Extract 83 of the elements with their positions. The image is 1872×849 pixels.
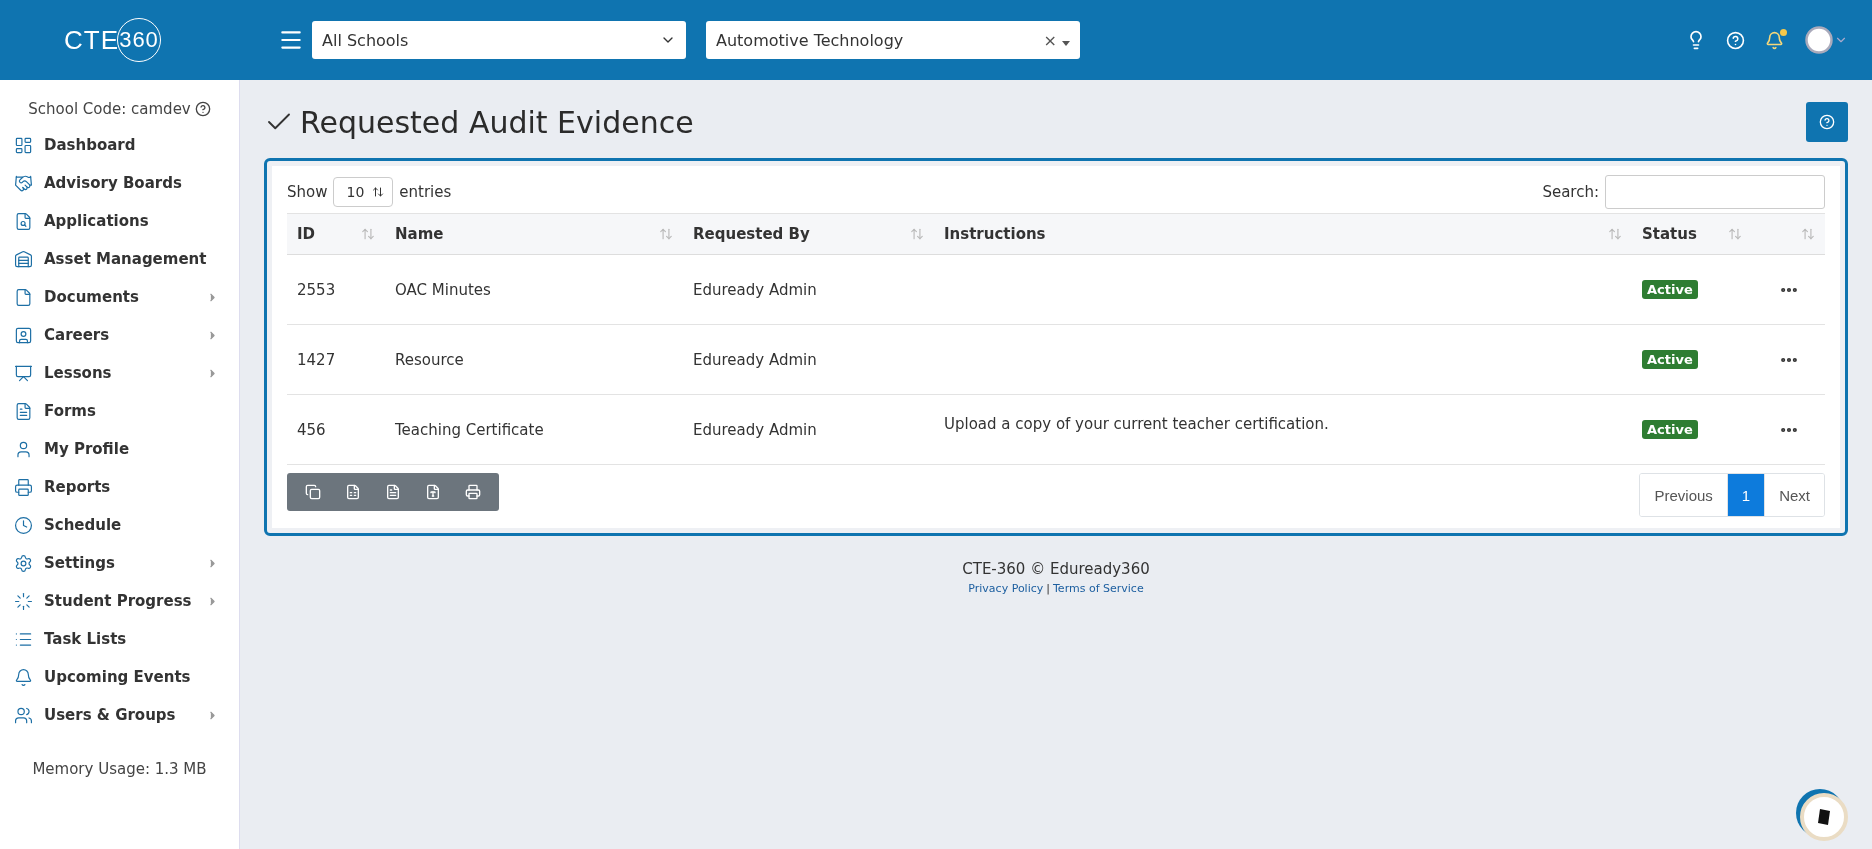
- sidebar-item[interactable]: Upcoming Events: [0, 658, 239, 696]
- sidebar-item[interactable]: Applications: [0, 202, 239, 240]
- help-icon: [1819, 114, 1835, 130]
- column-header[interactable]: ID: [287, 213, 385, 255]
- table-cell: Eduready Admin: [683, 325, 934, 395]
- sidebar-item[interactable]: Settings: [0, 544, 239, 582]
- person-icon: [14, 325, 33, 345]
- avatar-icon[interactable]: [1804, 25, 1848, 55]
- sidebar-item[interactable]: Careers: [0, 316, 239, 354]
- spreadsheet-file-icon: [345, 484, 361, 500]
- next-button[interactable]: Next: [1764, 474, 1824, 516]
- sort-icon: [372, 186, 385, 198]
- help-icon[interactable]: [1726, 30, 1745, 50]
- memory-usage: Memory Usage: 1.3 MB: [31, 760, 208, 778]
- school-select[interactable]: All Schools: [312, 21, 686, 59]
- table-cell: 456: [287, 395, 385, 465]
- clock-icon: [14, 515, 33, 535]
- caret-icon: [1062, 40, 1070, 46]
- sidebar-item[interactable]: Lessons: [0, 354, 239, 392]
- printer-icon: [14, 477, 33, 497]
- sidebar-item[interactable]: Documents: [0, 278, 239, 316]
- sort-icon: [1728, 227, 1742, 241]
- sidebar-item[interactable]: Users & Groups: [0, 696, 239, 734]
- file-search-icon: [14, 211, 33, 231]
- sidebar-item[interactable]: Task Lists: [0, 620, 239, 658]
- table-cell: Resource: [385, 325, 683, 395]
- entries-label: entries: [399, 183, 452, 201]
- status-badge: Active: [1642, 350, 1698, 369]
- settings-icon: [14, 553, 33, 573]
- column-header[interactable]: Status: [1632, 213, 1752, 255]
- bell-icon: [14, 667, 33, 687]
- terms-link[interactable]: Terms of Service: [1053, 582, 1144, 595]
- file-icon: [425, 484, 441, 500]
- handshake-icon: [14, 173, 33, 193]
- sort-icon: [659, 227, 673, 241]
- classroom-icon: [14, 363, 33, 383]
- page-button[interactable]: 1: [1726, 474, 1765, 516]
- bell-icon[interactable]: [1765, 30, 1784, 50]
- sidebar-item[interactable]: My Profile: [0, 430, 239, 468]
- sidebar-item[interactable]: Reports: [0, 468, 239, 506]
- table-cell: Teaching Certificate: [385, 395, 683, 465]
- separator: |: [1046, 582, 1050, 595]
- file-icon: [385, 484, 401, 500]
- form-icon: [14, 401, 33, 421]
- sort-icon: [361, 227, 375, 241]
- chat-button[interactable]: [1800, 793, 1848, 841]
- help-button[interactable]: [1806, 102, 1848, 142]
- column-header[interactable]: Name: [385, 213, 683, 255]
- copyright-text: CTE-360 © Eduready360: [962, 560, 1150, 578]
- sort-icon: [1608, 227, 1622, 241]
- column-header[interactable]: Requested By: [683, 213, 934, 255]
- table-cell: Upload a copy of your current teacher certification.: [944, 415, 1329, 433]
- sidebar-item[interactable]: Advisory Boards: [0, 164, 239, 202]
- status-badge: Active: [1642, 280, 1698, 299]
- sidebar-item[interactable]: Schedule: [0, 506, 239, 544]
- table-cell: 2553: [287, 255, 385, 325]
- school-code: School Code: camdev: [28, 100, 191, 118]
- search-label: Search:: [1542, 183, 1599, 201]
- copy-icon: [305, 484, 321, 500]
- user-icon: [14, 439, 33, 459]
- dots-circle-icon: [14, 591, 33, 611]
- column-header[interactable]: Instructions: [934, 213, 1632, 255]
- logo-text: CTE: [64, 24, 119, 56]
- document-icon: [14, 287, 33, 307]
- show-label: Show: [287, 183, 328, 201]
- page-size-select[interactable]: 10: [333, 177, 394, 207]
- search-field[interactable]: [1605, 175, 1825, 209]
- program-select[interactable]: Automotive Technology ×: [706, 21, 1080, 59]
- page-title: Requested Audit Evidence: [300, 104, 694, 140]
- status-badge: Active: [1642, 420, 1698, 439]
- users-icon: [14, 705, 33, 725]
- table-cell: Eduready Admin: [683, 395, 934, 465]
- sidebar-item[interactable]: Asset Management: [0, 240, 239, 278]
- sidebar-item[interactable]: Dashboard: [0, 126, 239, 164]
- table-cell: 1427: [287, 325, 385, 395]
- sidebar-item[interactable]: Forms: [0, 392, 239, 430]
- printer-icon: [465, 484, 481, 500]
- table-cell: Eduready Admin: [683, 255, 934, 325]
- sort-icon: [910, 227, 924, 241]
- sidebar-item[interactable]: Student Progress: [0, 582, 239, 620]
- help-icon: [194, 101, 211, 117]
- privacy-link[interactable]: Privacy Policy: [968, 582, 1044, 595]
- table-cell: OAC Minutes: [385, 255, 683, 325]
